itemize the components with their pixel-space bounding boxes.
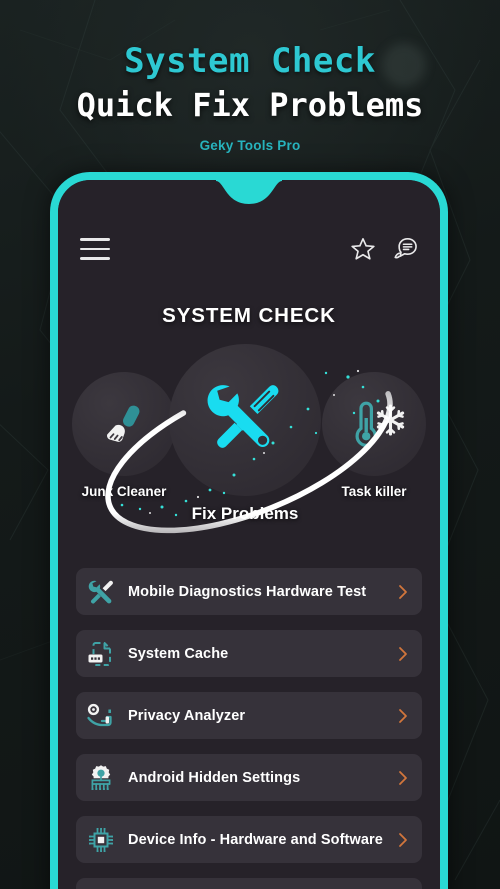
tool-label: Privacy Analyzer <box>128 707 246 724</box>
tool-row-android-hidden-settings[interactable]: Android Hidden Settings <box>76 754 422 801</box>
feature-fix-problems[interactable]: Fix Problems <box>169 344 321 523</box>
chevron-right-icon[interactable] <box>396 769 410 787</box>
tool-row-system-cache[interactable]: System Cache <box>76 630 422 677</box>
file-cache-icon <box>88 641 111 666</box>
tool-row-privacy-analyzer[interactable]: Privacy Analyzer <box>76 692 422 739</box>
star-outline-icon[interactable] <box>350 236 376 262</box>
wrench-screwdriver-icon <box>88 580 113 604</box>
feature-label: Task killer <box>341 484 407 499</box>
hamburger-menu-icon[interactable] <box>80 238 110 260</box>
app-bar <box>58 226 440 272</box>
promo-title-line2: Quick Fix Problems <box>76 86 424 124</box>
promo-header: System Check Quick Fix Problems Geky Too… <box>0 0 500 172</box>
tool-label: Mobile Diagnostics Hardware Test <box>128 583 367 600</box>
tool-label: Android Hidden Settings <box>128 769 301 786</box>
feature-circle[interactable] <box>72 372 176 476</box>
tool-label: Device Info - Hardware and Software <box>128 831 383 848</box>
gear-circuit-icon <box>91 764 111 790</box>
tool-label: System Cache <box>128 645 229 662</box>
page-title: SYSTEM CHECK <box>162 304 336 327</box>
chip-icon <box>89 827 113 852</box>
feature-junk-cleaner[interactable]: Junk Cleaner <box>72 372 176 499</box>
promo-subtitle: Geky Tools Pro <box>199 138 301 153</box>
hamburger-line <box>80 247 110 251</box>
tool-row-partial[interactable] <box>76 878 422 889</box>
chevron-right-icon[interactable] <box>396 831 410 849</box>
chevron-right-icon[interactable] <box>396 645 410 663</box>
feature-circles: Junk Cleaner Fix Problems Task killer <box>58 344 440 550</box>
phone-mockup-frame: SYSTEM CHECK Junk Cleaner Fix Problems T… <box>50 172 448 889</box>
hamburger-line <box>80 238 110 241</box>
thermometer-snowflake-icon <box>355 401 405 447</box>
hamburger-line <box>80 257 110 260</box>
tool-row-mobile-diagnostics[interactable]: Mobile Diagnostics Hardware Test <box>76 568 422 615</box>
phone-screen: SYSTEM CHECK Junk Cleaner Fix Problems T… <box>58 180 440 889</box>
feature-circle[interactable] <box>322 372 426 476</box>
promo-title-line1: System Check <box>124 41 376 81</box>
wrench-screwdriver-icon <box>207 385 279 448</box>
key-hand-icon <box>87 703 112 726</box>
chevron-right-icon[interactable] <box>396 583 410 601</box>
tool-row-device-info[interactable]: Device Info - Hardware and Software <box>76 816 422 863</box>
chat-bubble-icon[interactable] <box>392 236 418 262</box>
feature-label: Fix Problems <box>191 504 299 523</box>
feature-task-killer[interactable]: Task killer <box>322 372 426 499</box>
brush-icon <box>107 405 140 442</box>
tool-list: Mobile Diagnostics Hardware Test System … <box>58 568 440 889</box>
phone-notch <box>216 180 282 204</box>
feature-circle[interactable] <box>169 344 321 496</box>
chevron-right-icon[interactable] <box>396 707 410 725</box>
